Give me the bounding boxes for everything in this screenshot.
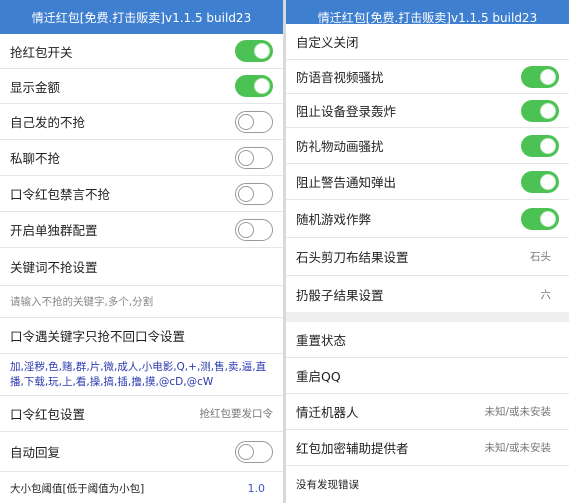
info-robot[interactable]: 情迁机器人 未知/或未安装 (286, 394, 569, 430)
setting-label: 大小包阈值[低于阈值为小包] (10, 482, 145, 495)
toggle-switch[interactable] (235, 218, 273, 241)
status-errors: 没有发现错误 (286, 466, 569, 502)
setting-value: 抢红包要发口令 (199, 408, 274, 420)
info-encryption-provider[interactable]: 红包加密辅助提供者 未知/或未安装 (286, 430, 569, 466)
left-settings-panel: 情迁红包[免费.打击贩卖]v1.1.5 build23 www.xiaodao.… (0, 0, 283, 503)
app-title-bar-left: 情迁红包[免费.打击贩卖]v1.1.5 build23 (0, 0, 283, 34)
setting-group-config[interactable]: 开启单独群配置 (0, 212, 283, 248)
setting-auto-reply[interactable]: 自动回复 (0, 432, 283, 472)
setting-label: 重启QQ (296, 369, 341, 384)
right-settings-panel: 情迁红包[免费.打击贩卖]v1.1.5 build23 www.xiaodao.… (286, 0, 569, 503)
setting-block-login-bomb[interactable]: 阻止设备登录轰炸 (286, 94, 569, 128)
keyword-list[interactable]: 加,淫秽,色,赌,群,片,微,成人,小电影,Q,+,测,售,卖,逼,直播,下载,… (0, 354, 283, 396)
toggle-knob (540, 210, 556, 227)
setting-label: 随机游戏作弊 (296, 212, 372, 227)
toggle-knob (540, 173, 556, 190)
toggle-switch[interactable] (235, 40, 273, 62)
setting-label: 防语音视频骚扰 (296, 70, 384, 85)
toggle-switch[interactable] (235, 110, 273, 133)
setting-label: 口令红包设置 (10, 407, 86, 422)
setting-value: 未知/或未安装 (484, 442, 551, 454)
setting-value: 1.0 (247, 481, 266, 495)
setting-label: 自己发的不抢 (10, 115, 86, 130)
toggle-knob (540, 137, 556, 154)
action-reset-state[interactable]: 重置状态 (286, 322, 569, 358)
setting-label: 防礼物动画骚扰 (296, 139, 384, 154)
setting-random-game-cheat[interactable]: 随机游戏作弊 (286, 200, 569, 238)
action-restart-qq[interactable]: 重启QQ (286, 358, 569, 394)
toggle-switch[interactable] (521, 170, 559, 193)
toggle-knob (238, 185, 254, 202)
toggle-switch[interactable] (521, 65, 559, 88)
setting-label: 石头剪刀布结果设置 (296, 250, 409, 265)
setting-label: 阻止设备登录轰炸 (296, 104, 397, 119)
status-text: 没有发现错误 (296, 478, 359, 491)
setting-skip-private[interactable]: 私聊不抢 (0, 140, 283, 176)
toggle-knob (540, 68, 556, 85)
setting-label: 重置状态 (296, 333, 347, 348)
toggle-switch[interactable] (235, 146, 273, 169)
setting-block-warning[interactable]: 阻止警告通知弹出 (286, 164, 569, 200)
setting-skip-muted-password[interactable]: 口令红包禁言不抢 (0, 176, 283, 212)
setting-value: 六 (540, 288, 552, 301)
setting-packet-threshold[interactable]: 大小包阈值[低于阈值为小包] 1.0 (0, 472, 283, 503)
keyword-input-hint[interactable]: 请输入不抢的关键字,多个,分割 (0, 286, 283, 318)
setting-label: 口令遇关键字只抢不回口令设置 (10, 329, 186, 344)
setting-grab-redpacket[interactable]: 抢红包开关 (0, 34, 283, 69)
toggle-knob (238, 149, 254, 166)
toggle-switch[interactable] (235, 440, 273, 463)
setting-label: 阻止警告通知弹出 (296, 175, 397, 190)
toggle-switch[interactable] (521, 134, 559, 157)
setting-anti-gift-animation[interactable]: 防礼物动画骚扰 (286, 128, 569, 164)
setting-label: 红包加密辅助提供者 (296, 441, 409, 456)
section-separator (286, 312, 569, 322)
toggle-knob (238, 113, 254, 130)
setting-rps-result[interactable]: 石头剪刀布结果设置 石头 (286, 238, 569, 276)
setting-value: 未知/或未安装 (484, 406, 551, 418)
toggle-knob (540, 102, 556, 119)
toggle-knob (238, 221, 254, 238)
setting-label: 自动回复 (10, 445, 61, 460)
toggle-switch[interactable] (235, 182, 273, 205)
setting-show-amount[interactable]: 显示金额 (0, 69, 283, 104)
setting-label: 显示金额 (10, 79, 61, 95)
setting-label: 私聊不抢 (10, 151, 61, 166)
setting-label: 自定义关闭 (296, 35, 359, 50)
setting-hint: 请输入不抢的关键字,多个,分割 (10, 296, 154, 308)
setting-label: 情迁机器人 (296, 405, 359, 420)
setting-value: 石头 (530, 251, 551, 263)
setting-label: 口令红包禁言不抢 (10, 187, 111, 202)
setting-dice-result[interactable]: 扔骰子结果设置 六 (286, 276, 569, 312)
toggle-switch[interactable] (235, 75, 273, 97)
setting-password-keyword[interactable]: 口令遇关键字只抢不回口令设置 (0, 318, 283, 354)
toggle-knob (238, 443, 254, 460)
setting-label: 开启单独群配置 (10, 223, 98, 238)
setting-partial-top[interactable]: 自定义关闭 (286, 24, 569, 60)
setting-keyword-skip[interactable]: 关键词不抢设置 (0, 248, 283, 286)
setting-anti-voice-video[interactable]: 防语音视频骚扰 (286, 60, 569, 94)
setting-label: 抢红包开关 (10, 44, 73, 60)
toggle-switch[interactable] (521, 99, 559, 122)
toggle-knob (254, 78, 270, 94)
setting-label: 扔骰子结果设置 (296, 287, 384, 303)
setting-skip-own[interactable]: 自己发的不抢 (0, 104, 283, 140)
toggle-switch[interactable] (521, 207, 559, 230)
setting-label: 关键词不抢设置 (10, 260, 98, 275)
keyword-text: 加,淫秽,色,赌,群,片,微,成人,小电影,Q,+,测,售,卖,逼,直播,下载,… (10, 360, 267, 388)
setting-password-redpacket[interactable]: 口令红包设置 抢红包要发口令 (0, 396, 283, 432)
toggle-knob (254, 43, 270, 59)
